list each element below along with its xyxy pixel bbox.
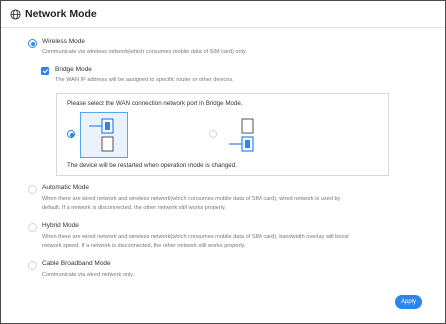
apply-button[interactable]: Apply — [395, 295, 422, 309]
hybrid-mode-radio[interactable] — [28, 223, 37, 232]
restart-note: The device will be restarted when operat… — [67, 162, 237, 169]
automatic-mode-label: Automatic Mode — [42, 184, 89, 191]
ethernet-port-top-icon — [89, 118, 114, 152]
page-title: Network Mode — [25, 8, 97, 20]
bridge-port-prompt: Please select the WAN connection network… — [67, 100, 243, 107]
automatic-mode-radio[interactable] — [28, 185, 37, 194]
bridge-mode-checkbox[interactable] — [41, 67, 49, 75]
port-option-2-radio[interactable] — [209, 130, 217, 138]
cable-broadband-mode-label: Cable Broadband Mode — [42, 260, 111, 267]
automatic-mode-description-line2: default. If a network is disconnected, t… — [42, 205, 226, 211]
wireless-mode-label: Wireless Mode — [42, 38, 85, 45]
cable-broadband-mode-radio[interactable] — [28, 261, 37, 270]
hybrid-mode-description-line1: When there are wired network and wireles… — [42, 234, 349, 240]
panel-header: Network Mode — [1, 1, 445, 28]
bridge-mode-description: The WAN IP address will be assigned to s… — [55, 77, 234, 83]
cable-broadband-mode-description: Communicate via wired network only. — [42, 272, 135, 278]
hybrid-mode-description-line2: network speed. If a network is disconnec… — [42, 243, 246, 249]
hybrid-mode-label: Hybrid Mode — [42, 222, 79, 229]
ethernet-port-bottom-icon — [229, 118, 254, 152]
bridge-mode-label: Bridge Mode — [55, 66, 92, 73]
wireless-mode-radio[interactable] — [28, 39, 37, 48]
wireless-mode-description: Communicate via wireless network(which c… — [42, 49, 247, 55]
port-option-1-radio[interactable] — [67, 130, 75, 138]
globe-icon — [10, 9, 21, 20]
network-mode-panel: Network Mode Wireless Mode Communicate v… — [0, 0, 446, 324]
automatic-mode-description-line1: When there are wired network and wireles… — [42, 196, 341, 202]
